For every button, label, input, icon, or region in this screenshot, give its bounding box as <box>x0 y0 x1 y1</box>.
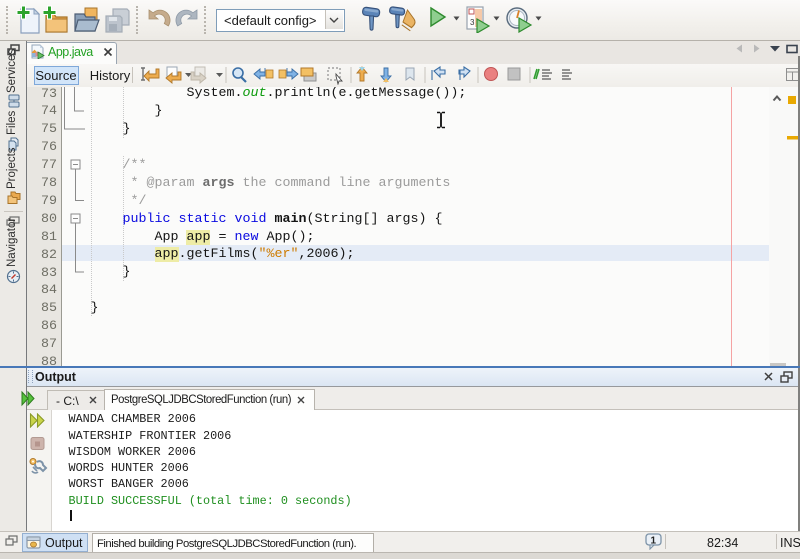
svg-text:3: 3 <box>470 18 475 27</box>
svg-text:1: 1 <box>651 536 657 547</box>
